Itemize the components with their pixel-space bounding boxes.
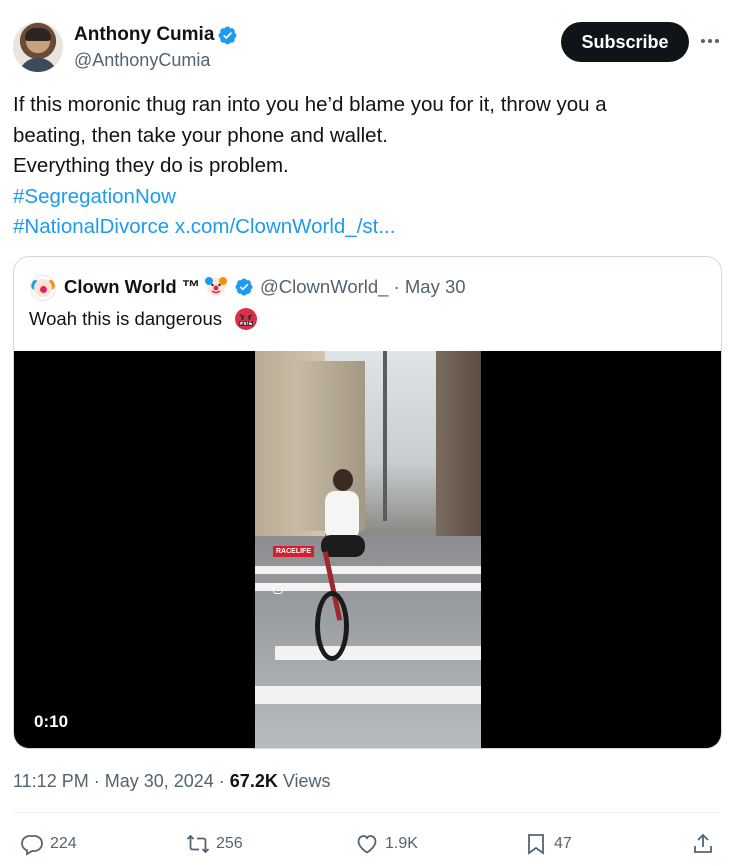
- heart-icon: [357, 835, 377, 854]
- traffic-pole: [383, 351, 387, 521]
- reply-count: 224: [50, 835, 77, 852]
- more-horizontal-icon[interactable]: [697, 28, 723, 54]
- svg-text:#$!&: #$!&: [240, 321, 253, 327]
- author-avatar[interactable]: [13, 22, 63, 72]
- avatar-shirt: [19, 58, 57, 72]
- clown-emoji-icon: [205, 277, 227, 296]
- like-count: 1.9K: [385, 835, 418, 852]
- cursing-face-emoji-icon: #$!&: [235, 308, 257, 330]
- verified-badge-icon: [218, 26, 237, 45]
- tweet-text: If this moronic thug ran into you he’d b…: [13, 90, 713, 243]
- more-dot: [708, 39, 712, 43]
- repost-icon: [186, 834, 210, 854]
- crosswalk-stripe: [255, 566, 481, 574]
- url-link[interactable]: x.com/ClownWorld_/st...: [175, 215, 396, 238]
- hashtag-link[interactable]: #SegregationNow: [13, 185, 176, 208]
- bookmark-count: 47: [554, 835, 572, 852]
- tweet-line: Everything they do is problem.: [13, 154, 289, 177]
- share-icon: [694, 833, 712, 853]
- bookmark-icon: [528, 834, 544, 855]
- building: [436, 351, 481, 551]
- more-dot: [715, 39, 719, 43]
- quote-author-name[interactable]: Clown World ™: [64, 275, 200, 299]
- rider-body: [325, 491, 359, 537]
- more-dot: [701, 39, 705, 43]
- divider: [13, 812, 720, 813]
- author-handle[interactable]: @AnthonyCumia: [74, 49, 210, 71]
- video-player[interactable]: RACELIFE 0:10: [14, 351, 721, 748]
- tweet-meta: 11:12 PM · May 30, 2024 · 67.2K Views: [13, 770, 331, 792]
- views-count: 67.2K: [229, 771, 278, 791]
- video-duration: 0:10: [26, 709, 77, 735]
- reply-icon: [21, 835, 43, 856]
- share-button[interactable]: [691, 831, 715, 857]
- crosswalk-stripe: [255, 583, 481, 591]
- crosswalk-stripe: [275, 646, 481, 660]
- crosswalk-stripe: [255, 686, 481, 704]
- quote-handle-date[interactable]: @ClownWorld_ · May 30: [260, 275, 466, 299]
- instagram-icon: [273, 584, 283, 594]
- reply-button[interactable]: 224: [20, 831, 77, 857]
- clown-nose: [40, 286, 47, 293]
- quote-text: Woah this is dangerous: [29, 308, 222, 329]
- repost-button[interactable]: 256: [186, 831, 243, 857]
- tweet-line: beating, then take your phone and wallet…: [13, 123, 388, 147]
- bike-wheel: [315, 591, 349, 661]
- tweet-timestamp[interactable]: 11:12 PM · May 30, 2024 ·: [13, 771, 225, 791]
- video-watermark: RACELIFE: [273, 546, 314, 557]
- hashtag-link[interactable]: #NationalDivorce: [13, 215, 169, 238]
- rider-head: [333, 469, 353, 491]
- views-label: Views: [282, 771, 331, 791]
- bookmark-button[interactable]: 47: [524, 831, 572, 857]
- quote-avatar[interactable]: [30, 275, 56, 301]
- avatar-hair: [25, 28, 51, 41]
- quoted-tweet[interactable]: Clown World ™ @ClownWorld_ · May 30 Woah…: [13, 256, 722, 749]
- like-button[interactable]: 1.9K: [355, 831, 418, 857]
- video-frame: RACELIFE: [255, 351, 481, 748]
- author-name[interactable]: Anthony Cumia: [74, 24, 214, 46]
- subscribe-button[interactable]: Subscribe: [561, 22, 689, 62]
- verified-badge-icon: [235, 278, 253, 296]
- tweet-line: If this moronic thug ran into you he’d b…: [13, 93, 607, 116]
- repost-count: 256: [216, 835, 243, 852]
